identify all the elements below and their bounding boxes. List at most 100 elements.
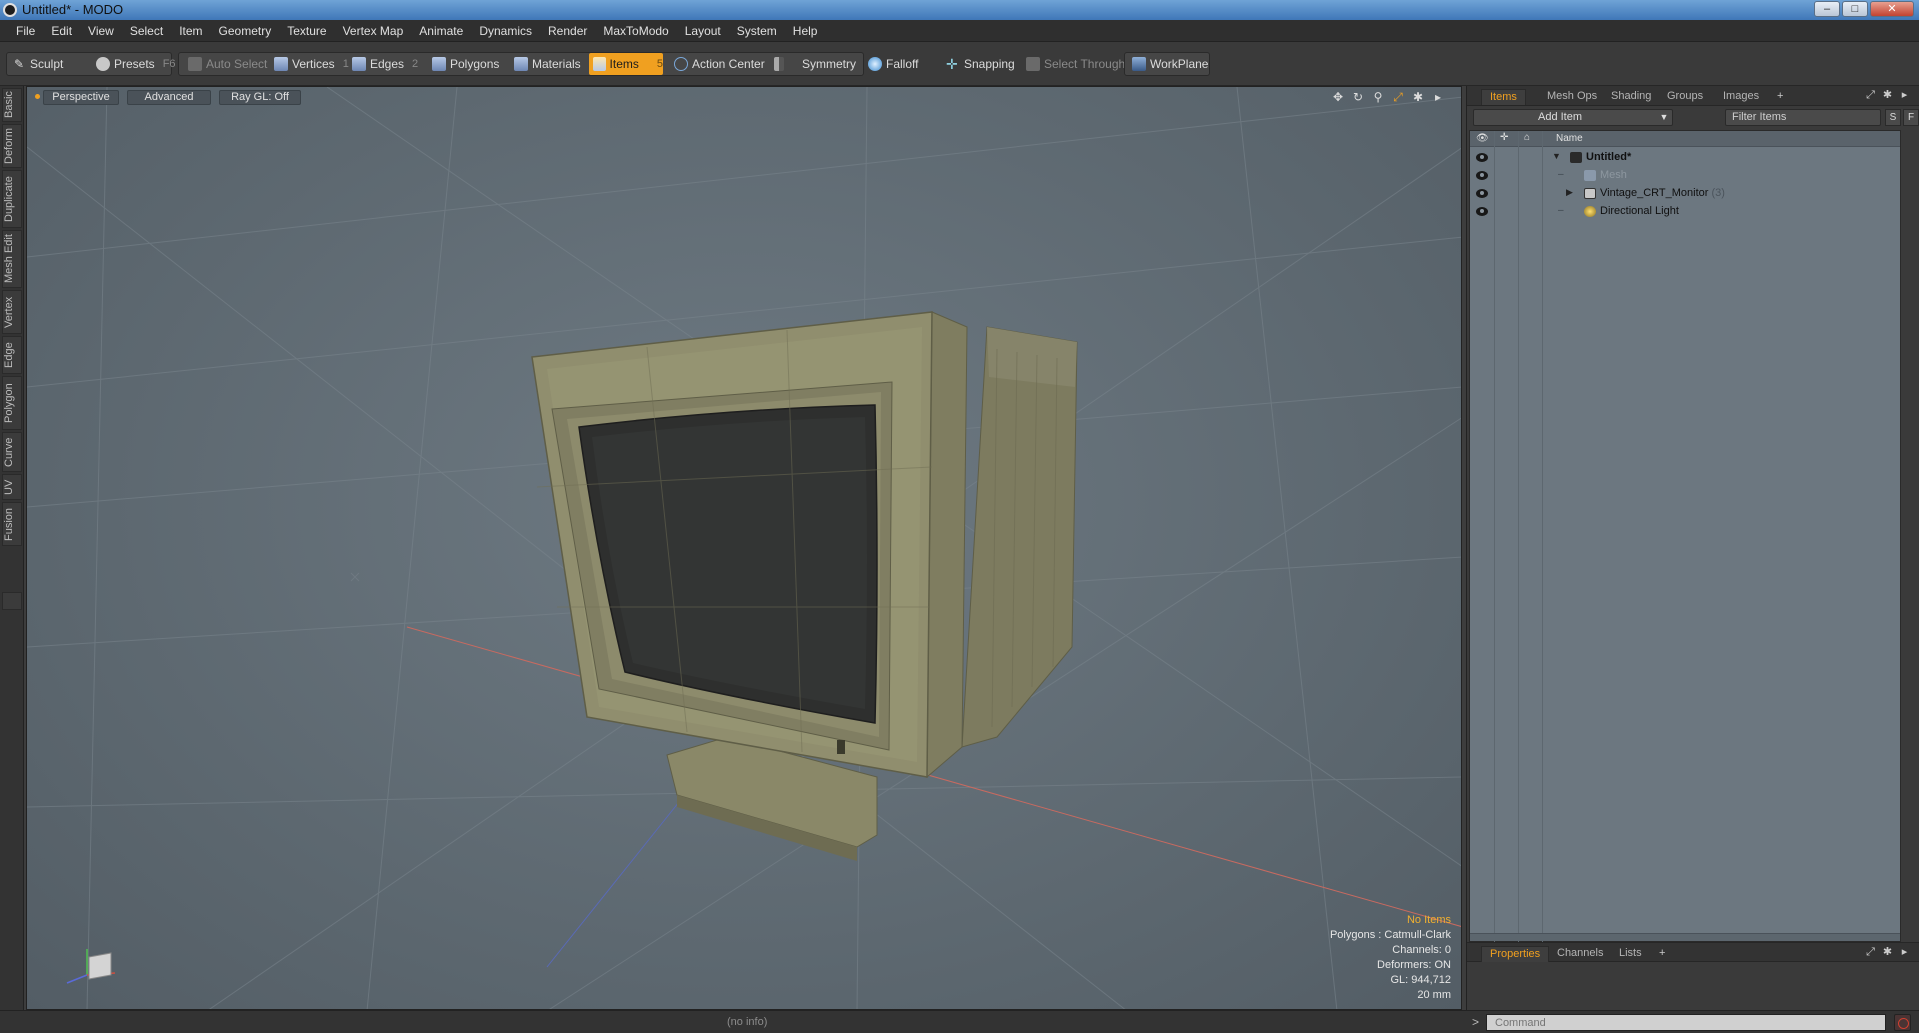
visibility-eye-icon[interactable]	[1476, 207, 1488, 216]
scene-icon	[1570, 152, 1582, 163]
menu-layout[interactable]: Layout	[677, 24, 729, 38]
tab-images[interactable]: Images	[1715, 89, 1767, 105]
menu-render[interactable]: Render	[540, 24, 595, 38]
tab-curve[interactable]: Curve	[2, 432, 22, 472]
add-item-button[interactable]: Add Item	[1473, 109, 1673, 126]
tool-tabs-strip: Basic Deform Duplicate Mesh Edit Vertex …	[0, 86, 24, 1010]
close-button[interactable]: ✕	[1870, 1, 1914, 17]
snapping-button[interactable]: ✛ Snapping	[942, 53, 1015, 75]
expand-panel-icon[interactable]: ⤢	[1864, 946, 1877, 959]
menu-vertex-map[interactable]: Vertex Map	[335, 24, 412, 38]
name-column-header[interactable]: Name	[1556, 133, 1583, 144]
collapse-arrow-icon[interactable]: ▼	[1552, 151, 1561, 161]
tree-item-label: Mesh	[1600, 169, 1627, 181]
presets-button[interactable]: Presets F6	[92, 53, 176, 75]
items-button[interactable]: Items 5	[589, 53, 663, 75]
command-input[interactable]	[1486, 1014, 1886, 1031]
add-tab-button[interactable]: +	[1655, 946, 1669, 962]
tree-row-scene[interactable]: ▼ Untitled*	[1470, 149, 1900, 167]
materials-button[interactable]: Materials	[510, 53, 581, 75]
vertices-button[interactable]: Vertices 1	[270, 53, 349, 75]
action-center-button[interactable]: Action Center	[670, 53, 765, 75]
light-icon	[1584, 206, 1596, 217]
status-bar: (no info) >	[0, 1010, 1919, 1033]
filter-items-input[interactable]: Filter Items	[1725, 109, 1881, 126]
move-view-icon[interactable]: ✥	[1331, 90, 1345, 104]
edges-button[interactable]: Edges 2	[348, 53, 418, 75]
viewport-scene	[27, 87, 1461, 1009]
auto-select-button[interactable]: Auto Select	[184, 53, 267, 75]
tab-deform[interactable]: Deform	[2, 124, 22, 168]
menu-select[interactable]: Select	[122, 24, 171, 38]
tab-duplicate[interactable]: Duplicate	[2, 170, 22, 228]
menu-help[interactable]: Help	[785, 24, 826, 38]
menu-file[interactable]: File	[8, 24, 43, 38]
expand-panel-icon[interactable]: ⤢	[1864, 89, 1877, 102]
tab-properties[interactable]: Properties	[1481, 946, 1550, 962]
menu-view[interactable]: View	[80, 24, 122, 38]
view-type-dropdown[interactable]: Perspective	[43, 90, 119, 105]
tab-vertex[interactable]: Vertex	[2, 290, 22, 334]
menu-texture[interactable]: Texture	[279, 24, 334, 38]
menu-dynamics[interactable]: Dynamics	[471, 24, 540, 38]
panel-settings-icon[interactable]: ✱	[1881, 89, 1894, 102]
panel-menu-icon[interactable]: ▸	[1898, 946, 1911, 959]
visibility-eye-icon[interactable]	[1476, 189, 1488, 198]
tree-row-directional-light[interactable]: – Directional Light	[1470, 203, 1900, 221]
visibility-eye-icon[interactable]	[1476, 171, 1488, 180]
tree-item-name: Vintage_CRT_Monitor	[1600, 187, 1709, 199]
rotate-view-icon[interactable]: ↻	[1351, 90, 1365, 104]
tab-shading[interactable]: Shading	[1603, 89, 1659, 105]
maximize-button[interactable]: □	[1842, 1, 1868, 17]
filter-f-button[interactable]: F	[1903, 109, 1919, 126]
items-icon	[593, 57, 606, 71]
tab-items[interactable]: Items	[1481, 89, 1526, 105]
menu-system[interactable]: System	[729, 24, 785, 38]
menu-animate[interactable]: Animate	[411, 24, 471, 38]
tab-polygon[interactable]: Polygon	[2, 376, 22, 430]
tab-extra[interactable]	[2, 592, 22, 610]
minimize-button[interactable]: –	[1814, 1, 1840, 17]
menu-maxtomodo[interactable]: MaxToModo	[595, 24, 676, 38]
tab-groups[interactable]: Groups	[1659, 89, 1711, 105]
lock-column-icon[interactable]: ✛	[1500, 132, 1508, 143]
zoom-view-icon[interactable]: ⚲	[1371, 90, 1385, 104]
tab-mesh-ops[interactable]: Mesh Ops	[1539, 89, 1605, 105]
panel-settings-icon[interactable]: ✱	[1881, 946, 1894, 959]
menu-edit[interactable]: Edit	[43, 24, 80, 38]
select-through-button[interactable]: Select Through	[1022, 53, 1125, 75]
visibility-eye-icon[interactable]	[1476, 153, 1488, 162]
tab-edge[interactable]: Edge	[2, 336, 22, 374]
filter-s-button[interactable]: S	[1885, 109, 1901, 126]
tree-horizontal-scrollbar[interactable]	[1470, 933, 1900, 941]
menu-geometry[interactable]: Geometry	[211, 24, 280, 38]
viewport-menu-icon[interactable]: ▸	[1431, 90, 1445, 104]
tab-uv[interactable]: UV	[2, 474, 22, 500]
polygons-button[interactable]: Polygons	[428, 53, 499, 75]
3d-viewport[interactable]: Perspective Advanced Ray GL: Off ✥ ↻ ⚲ ⤢…	[26, 86, 1462, 1010]
sculpt-button[interactable]: ✎ Sculpt	[10, 53, 63, 75]
record-macro-icon[interactable]	[1894, 1014, 1911, 1031]
tab-lists[interactable]: Lists	[1611, 946, 1650, 962]
workplane-button[interactable]: WorkPlane	[1128, 53, 1208, 75]
tab-fusion[interactable]: Fusion	[2, 502, 22, 546]
symmetry-button[interactable]: Symmetry	[770, 53, 856, 75]
menu-item[interactable]: Item	[171, 24, 210, 38]
mesh-icon	[1584, 170, 1596, 181]
tab-mesh-edit[interactable]: Mesh Edit	[2, 230, 22, 288]
expand-arrow-icon[interactable]: ▶	[1566, 187, 1573, 198]
viewport-settings-icon[interactable]: ✱	[1411, 90, 1425, 104]
tree-row-vintage-crt-monitor[interactable]: ▶ Vintage_CRT_Monitor (3)	[1470, 185, 1900, 203]
maximize-view-icon[interactable]: ⤢	[1391, 90, 1405, 104]
render-column-icon[interactable]: ⌂	[1524, 132, 1530, 143]
chevron-down-icon[interactable]: ▼	[1655, 109, 1673, 126]
falloff-button[interactable]: Falloff	[864, 53, 918, 75]
tab-channels[interactable]: Channels	[1549, 946, 1611, 962]
visibility-column-eye-icon[interactable]: 👁	[1476, 133, 1489, 144]
panel-menu-icon[interactable]: ▸	[1898, 89, 1911, 102]
raygl-toggle[interactable]: Ray GL: Off	[219, 90, 301, 105]
tree-row-mesh[interactable]: – Mesh	[1470, 167, 1900, 185]
shading-mode-dropdown[interactable]: Advanced	[127, 90, 211, 105]
add-tab-button[interactable]: +	[1773, 89, 1787, 105]
tab-basic[interactable]: Basic	[2, 88, 22, 122]
